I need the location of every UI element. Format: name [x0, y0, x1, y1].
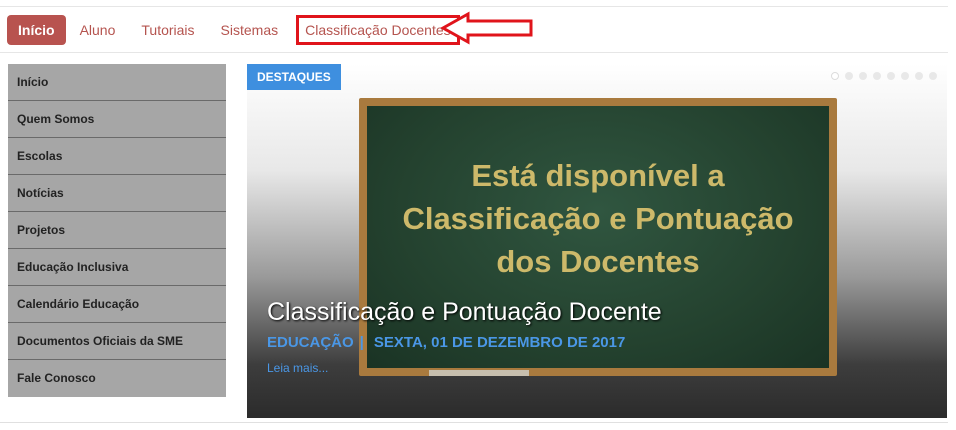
chalkboard-line-2: Classificação e Pontuação	[402, 201, 794, 236]
slide-caption: Classificação e Pontuação Docente EDUCAÇ…	[267, 296, 662, 375]
slider-pagination	[825, 72, 937, 80]
sidebar-item-inicio[interactable]: Início	[8, 64, 226, 101]
read-more-link[interactable]: Leia mais...	[267, 361, 662, 375]
featured-slider[interactable]: Está disponível a Classificação e Pontua…	[247, 64, 947, 418]
slide-meta: EDUCAÇÃO | SEXTA, 01 DE DEZEMBRO DE 2017	[267, 334, 662, 351]
slider-dot[interactable]	[901, 72, 909, 80]
chalkboard-text: Está disponível a Classificação e Pontua…	[359, 154, 837, 283]
slider-dot[interactable]	[873, 72, 881, 80]
sidebar-item-noticias[interactable]: Notícias	[8, 175, 226, 212]
sidebar-item-calendario-educacao[interactable]: Calendário Educação	[8, 286, 226, 323]
nav-inicio[interactable]: Início	[7, 15, 66, 45]
slider-dot[interactable]	[845, 72, 853, 80]
sidebar-item-fale-conosco[interactable]: Fale Conosco	[8, 360, 226, 397]
chalkboard-line-1: Está disponível a	[471, 158, 725, 193]
left-arrow-annotation-icon	[440, 11, 533, 45]
slider-dot[interactable]	[831, 72, 839, 80]
sidebar-item-projetos[interactable]: Projetos	[8, 212, 226, 249]
top-divider	[0, 6, 948, 7]
slide-category[interactable]: EDUCAÇÃO	[267, 334, 354, 351]
slide-date: SEXTA, 01 DE DEZEMBRO DE 2017	[373, 334, 626, 351]
slide-title[interactable]: Classificação e Pontuação Docente	[267, 296, 662, 328]
nav-aluno[interactable]: Aluno	[80, 22, 116, 38]
nav-sistemas[interactable]: Sistemas	[221, 22, 279, 38]
top-navigation: Início Aluno Tutoriais Sistemas Classifi…	[7, 15, 486, 45]
slider-dot[interactable]	[859, 72, 867, 80]
slider-dot[interactable]	[887, 72, 895, 80]
sidebar-item-quem-somos[interactable]: Quem Somos	[8, 101, 226, 138]
bottom-divider	[0, 422, 948, 423]
sidebar-menu: Início Quem Somos Escolas Notícias Proje…	[8, 64, 226, 397]
meta-separator: |	[359, 334, 364, 351]
nav-divider	[0, 52, 948, 53]
sidebar-item-documentos-oficiais[interactable]: Documentos Oficiais da SME	[8, 323, 226, 360]
destaques-badge: DESTAQUES	[247, 64, 341, 90]
sidebar-item-educacao-inclusiva[interactable]: Educação Inclusiva	[8, 249, 226, 286]
chalkboard-line-3: dos Docentes	[496, 244, 700, 279]
sidebar-item-escolas[interactable]: Escolas	[8, 138, 226, 175]
nav-classificacao-docentes[interactable]: Classificação Docentes	[296, 15, 460, 45]
slider-dot[interactable]	[915, 72, 923, 80]
slider-dot[interactable]	[929, 72, 937, 80]
nav-tutoriais[interactable]: Tutoriais	[141, 22, 194, 38]
